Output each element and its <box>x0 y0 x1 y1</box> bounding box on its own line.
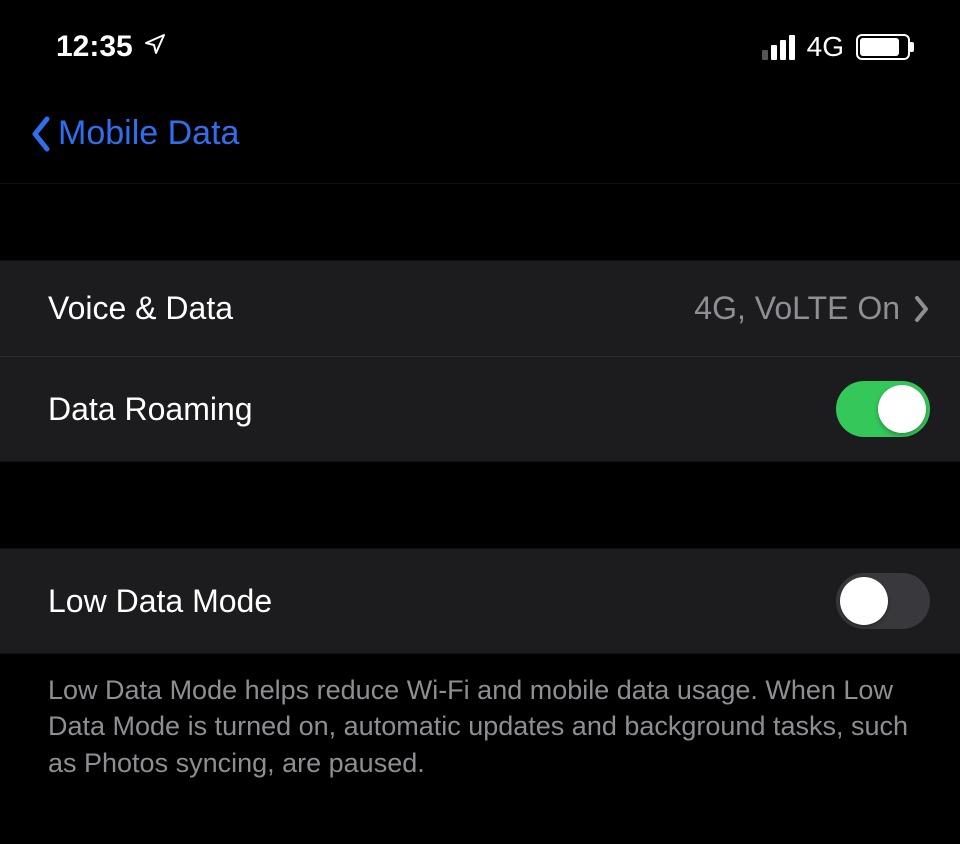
section-gap <box>0 183 960 261</box>
signal-icon <box>762 35 795 60</box>
row-label: Low Data Mode <box>48 583 272 620</box>
back-label: Mobile Data <box>58 114 239 153</box>
row-data-roaming: Data Roaming <box>0 357 960 461</box>
row-voice-data[interactable]: Voice & Data 4G, VoLTE On <box>0 261 960 357</box>
status-bar: 12:35 4G <box>0 0 960 84</box>
chevron-right-icon <box>914 295 930 323</box>
footer-description: Low Data Mode helps reduce Wi-Fi and mob… <box>0 653 960 799</box>
low-data-mode-toggle[interactable] <box>836 573 930 629</box>
location-icon <box>143 30 167 64</box>
nav-bar: Mobile Data <box>0 84 960 183</box>
row-label: Data Roaming <box>48 391 253 428</box>
row-label: Voice & Data <box>48 290 233 327</box>
status-time: 12:35 <box>56 30 133 64</box>
chevron-left-icon <box>28 115 52 153</box>
row-low-data-mode: Low Data Mode <box>0 549 960 653</box>
network-label: 4G <box>807 31 844 63</box>
data-roaming-toggle[interactable] <box>836 381 930 437</box>
back-button[interactable]: Mobile Data <box>28 114 239 153</box>
settings-list-2: Low Data Mode <box>0 549 960 653</box>
section-gap <box>0 461 960 549</box>
settings-list-1: Voice & Data 4G, VoLTE On Data Roaming <box>0 261 960 461</box>
battery-icon <box>856 34 910 60</box>
row-value: 4G, VoLTE On <box>694 290 900 327</box>
